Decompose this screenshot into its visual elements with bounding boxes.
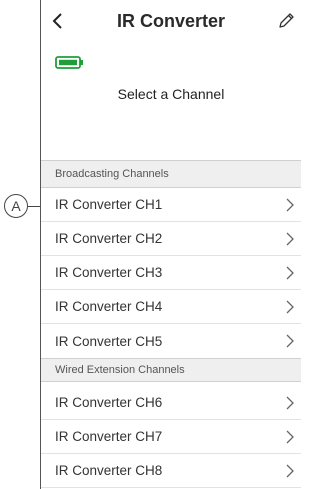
channel-row-ch2[interactable]: IR Converter CH2 [41,222,301,256]
edit-button[interactable] [271,6,301,36]
chevron-right-icon [286,396,294,410]
channel-label: IR Converter CH7 [55,429,163,444]
channel-label: IR Converter CH5 [55,333,163,349]
channel-row-ch6[interactable]: IR Converter CH6 [41,386,301,420]
section-header-broadcasting: Broadcasting Channels [41,160,301,188]
channel-row-ch8[interactable]: IR Converter CH8 [41,454,301,488]
channel-row-ch1[interactable]: IR Converter CH1 [41,188,301,222]
select-channel-prompt: Select a Channel [117,86,225,102]
chevron-left-icon [52,13,62,29]
channel-label: IR Converter CH2 [55,231,163,246]
chevron-right-icon [286,334,294,348]
pencil-icon [279,13,294,28]
chevron-right-icon [286,232,294,246]
callout-marker-a: A [4,194,28,218]
app-screen: IR Converter Select a Channel Broadcasti… [40,0,301,489]
chevron-right-icon [286,300,294,314]
channel-row-ch5[interactable]: IR Converter CH5 [41,324,301,358]
channel-row-ch7[interactable]: IR Converter CH7 [41,420,301,454]
page-title: IR Converter [116,10,226,31]
section-header-wired: Wired Extension Channels [41,358,301,382]
channel-label: IR Converter CH3 [55,265,163,280]
chevron-right-icon [286,266,294,280]
chevron-right-icon [286,464,294,478]
back-button[interactable] [43,6,73,36]
channel-label: IR Converter CH4 [55,299,163,314]
channel-label: IR Converter CH6 [55,395,163,410]
battery-icon [55,56,85,75]
channel-label: IR Converter CH1 [55,197,163,212]
header-bar: IR Converter [41,0,301,42]
channel-label: IR Converter CH8 [55,463,163,478]
chevron-right-icon [286,430,294,444]
chevron-right-icon [286,198,294,212]
channel-row-ch3[interactable]: IR Converter CH3 [41,256,301,290]
callout-letter: A [11,198,21,214]
channel-row-ch4[interactable]: IR Converter CH4 [41,290,301,324]
